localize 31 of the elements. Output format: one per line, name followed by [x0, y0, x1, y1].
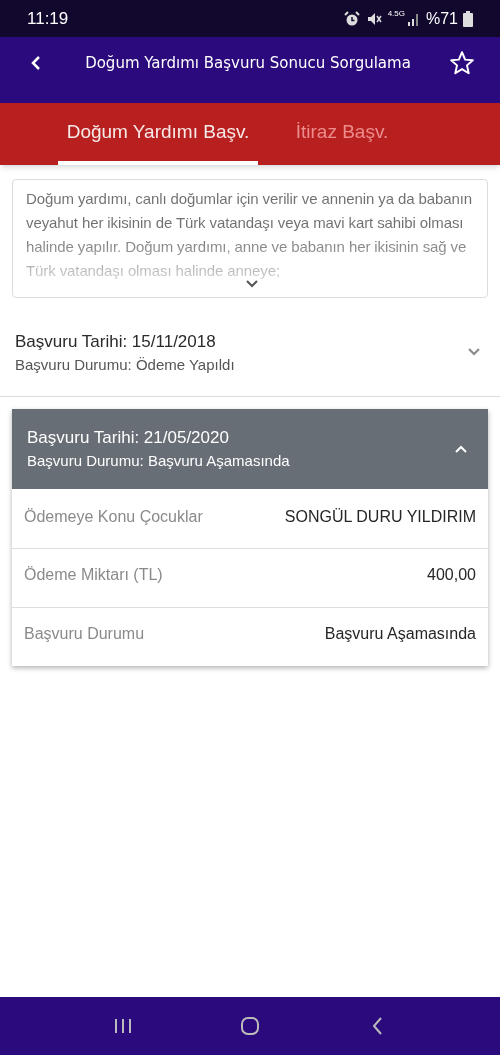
detail-value: Başvuru Aşamasında	[324, 624, 476, 644]
clock-time: 11:19	[27, 7, 69, 30]
alarm-icon	[343, 10, 360, 27]
star-icon	[449, 50, 475, 76]
detail-label: Başvuru Durumu	[24, 624, 146, 644]
page-title: Doğum Yardımı Başvuru Sonucu Sorgulama	[84, 53, 412, 74]
detail-value: 400,00	[427, 565, 476, 585]
network-type: 4.5G	[387, 10, 405, 18]
application-status: Başvuru Durumu: Ödeme Yapıldı	[15, 355, 236, 375]
application-date: Başvuru Tarihi: 21/05/2020	[27, 426, 230, 449]
expand-icon	[467, 347, 481, 356]
chevron-icon	[245, 278, 259, 288]
back-icon	[30, 55, 42, 71]
back-icon	[370, 1017, 383, 1035]
battery-level: %71	[425, 8, 458, 29]
detail-label: Ödeme Miktarı (TL)	[24, 565, 164, 585]
detail-label: Ödemeye Konu Çocuklar	[24, 507, 204, 527]
application-row[interactable]: Başvuru Tarihi: 15/11/2018 Başvuru Durumu: Ödeme Yapıldı	[0, 328, 500, 397]
application-header[interactable]: Başvuru Tarihi: 21/05/2020 Başvuru Durumu: Başvuru Aşamasında	[12, 409, 488, 489]
favorite-button[interactable]	[448, 49, 476, 77]
application-status: Başvuru Durumu: Başvuru Aşamasında	[27, 450, 291, 471]
signal-icon	[407, 11, 420, 26]
home-button[interactable]	[238, 1014, 262, 1038]
battery-icon	[463, 10, 473, 27]
recent-apps-icon	[114, 1018, 133, 1034]
expand-button[interactable]	[243, 277, 261, 289]
application-date: Başvuru Tarihi: 15/11/2018	[15, 331, 217, 353]
tab[interactable]: Doğum Yardımı Başv.	[58, 103, 258, 165]
collapse-icon	[454, 444, 468, 454]
home-icon	[240, 1016, 260, 1036]
detail-value: SONGÜL DURU YILDIRIM	[284, 507, 476, 527]
